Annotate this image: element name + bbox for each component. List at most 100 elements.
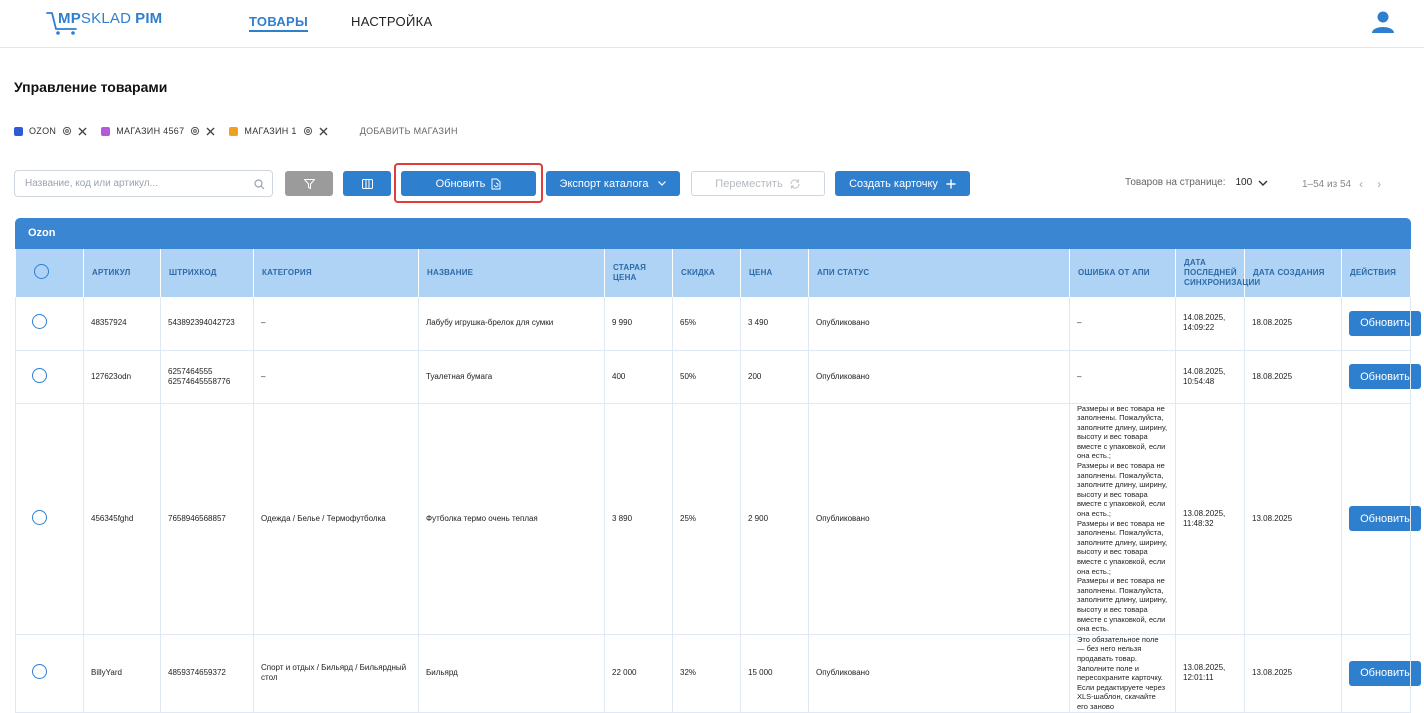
column-header[interactable]: ДАТА СОЗДАНИЯ <box>1244 249 1342 297</box>
store-name: МАГАЗИН 4567 <box>116 126 185 136</box>
store-list: OZON МАГАЗИН 4567 МАГАЗИН 1 ДОБАВИТЬ МАГ… <box>14 124 458 138</box>
name-cell: Бильярд <box>418 634 605 713</box>
column-header[interactable]: ДЕЙСТВИЯ <box>1341 249 1411 297</box>
export-button-label: Экспорт каталога <box>559 177 649 190</box>
aliexpress-logo-icon <box>229 126 239 136</box>
old-price-cell: 9 990 <box>604 297 673 351</box>
row-select-cell <box>15 297 84 351</box>
row-checkbox[interactable] <box>32 509 47 525</box>
row-refresh-button[interactable]: Обновить <box>1349 310 1421 336</box>
api-status-cell: Опубликовано <box>808 297 1070 351</box>
filter-icon <box>303 178 315 189</box>
store-name: МАГАЗИН 1 <box>244 126 297 136</box>
column-header[interactable]: ЦЕНА <box>740 249 809 297</box>
gear-icon[interactable] <box>62 126 72 136</box>
search-input[interactable] <box>25 178 245 189</box>
row-select-cell <box>15 634 84 713</box>
column-header[interactable]: АПИ СТАТУС <box>808 249 1070 297</box>
table-row[interactable]: 48357924 543892394042723 – Лабубу игрушк… <box>15 297 1421 351</box>
column-header[interactable]: ОШИБКА ОТ АПИ <box>1069 249 1176 297</box>
api-error-cell: – <box>1069 350 1176 404</box>
row-refresh-button[interactable]: Обновить <box>1349 660 1421 686</box>
row-checkbox[interactable] <box>32 314 47 330</box>
name-cell: Футболка термо очень теплая <box>418 403 605 635</box>
close-icon[interactable] <box>319 127 328 136</box>
add-store-link[interactable]: ДОБАВИТЬ МАГАЗИН <box>360 126 458 136</box>
select-all-checkbox[interactable] <box>33 264 49 279</box>
sync-date-cell: 14.08.2025, 10:54:48 <box>1175 350 1245 404</box>
api-error-cell: – <box>1069 297 1176 351</box>
category-cell: Одежда / Белье / Термофутболка <box>253 403 419 635</box>
gear-icon[interactable] <box>303 126 313 136</box>
column-header[interactable]: СКИДКА <box>672 249 741 297</box>
category-cell: – <box>253 297 419 351</box>
filter-button[interactable] <box>285 171 333 196</box>
search-box <box>14 170 273 197</box>
api-error-cell: Размеры и вес товара не заполнены. Пожал… <box>1069 403 1176 635</box>
chevron-down-icon <box>658 181 667 186</box>
marketplace-group-header: Ozon <box>15 218 1411 249</box>
column-header[interactable]: ШТРИХКОД <box>160 249 254 297</box>
price-cell: 15 000 <box>740 634 809 713</box>
barcode-cell: 543892394042723 <box>160 297 254 351</box>
prev-page-icon[interactable]: ‹ <box>1359 177 1363 191</box>
store-chip-magazin-1[interactable]: МАГАЗИН 1 <box>229 126 328 136</box>
sync-date-cell: 13.08.2025, 12:01:11 <box>1175 634 1245 713</box>
close-icon[interactable] <box>78 127 87 136</box>
chevron-down-icon[interactable] <box>1258 180 1268 186</box>
actions-cell: Обновить <box>1341 403 1421 635</box>
per-page-value[interactable]: 100 <box>1236 177 1253 188</box>
user-profile-icon[interactable] <box>1372 10 1394 34</box>
api-status-cell: Опубликовано <box>808 403 1070 635</box>
actions-cell: Обновить <box>1341 350 1421 404</box>
page-title: Управление товарами <box>14 79 168 95</box>
nav-tab-settings[interactable]: НАСТРОЙКА <box>351 14 432 29</box>
store-chip-ozon[interactable]: OZON <box>14 126 87 136</box>
api-status-cell: Опубликовано <box>808 350 1070 404</box>
logo-mp: MP <box>58 10 81 27</box>
barcode-cell: 6257464555 62574645558776 <box>160 350 254 404</box>
discount-cell: 65% <box>672 297 741 351</box>
create-card-button[interactable]: Создать карточку <box>835 171 970 196</box>
row-refresh-button[interactable]: Обновить <box>1349 506 1421 532</box>
table-row[interactable]: BillyYard 4859374659372 Спорт и отдых / … <box>15 634 1421 713</box>
pagination: 1–54 из 54 ‹ › <box>1302 177 1381 191</box>
column-header[interactable]: КАТЕГОРИЯ <box>253 249 419 297</box>
row-checkbox[interactable] <box>32 664 47 680</box>
old-price-cell: 22 000 <box>604 634 673 713</box>
category-cell: – <box>253 350 419 404</box>
export-catalog-button[interactable]: Экспорт каталога <box>546 171 680 196</box>
price-cell: 200 <box>740 350 809 404</box>
gear-icon[interactable] <box>190 126 200 136</box>
columns-button[interactable] <box>343 171 391 196</box>
article-cell: BillyYard <box>83 634 161 713</box>
top-bar: MPSKLAD PIM ТОВАРЫ НАСТРОЙКА <box>0 0 1424 48</box>
column-header[interactable]: ДАТА ПОСЛЕДНЕЙ СИНХРОНИЗАЦИИ <box>1175 249 1260 297</box>
table-row[interactable]: 127623odn 6257464555 62574645558776 – Ту… <box>15 350 1421 404</box>
nav-tab-products[interactable]: ТОВАРЫ <box>249 14 309 32</box>
search-icon[interactable] <box>254 179 265 190</box>
move-button[interactable]: Переместить <box>691 171 825 196</box>
columns-icon <box>361 178 373 189</box>
row-select-cell <box>15 350 84 404</box>
create-button-label: Создать карточку <box>849 177 938 190</box>
price-cell: 3 490 <box>740 297 809 351</box>
store-chip-magazin-4567[interactable]: МАГАЗИН 4567 <box>101 126 215 136</box>
per-page-label: Товаров на странице: <box>1125 177 1226 188</box>
article-cell: 456345fghd <box>83 403 161 635</box>
table-row[interactable]: 456345fghd 7658946568857 Одежда / Белье … <box>15 403 1421 635</box>
column-header[interactable]: СТАРАЯ ЦЕНА <box>604 249 673 297</box>
next-page-icon[interactable]: › <box>1377 177 1381 191</box>
sync-icon <box>790 178 800 189</box>
created-date-cell: 18.08.2025 <box>1244 297 1342 351</box>
name-cell: Лабубу игрушка-брелок для сумки <box>418 297 605 351</box>
logo-pim: PIM <box>135 10 163 27</box>
article-cell: 48357924 <box>83 297 161 351</box>
row-checkbox[interactable] <box>32 367 47 383</box>
column-header[interactable]: НАЗВАНИЕ <box>418 249 605 297</box>
pagination-text: 1–54 из 54 <box>1302 178 1352 190</box>
table-header-row: АРТИКУЛ ШТРИХКОД КАТЕГОРИЯ НАЗВАНИЕ СТАР… <box>15 249 1411 297</box>
close-icon[interactable] <box>206 127 215 136</box>
row-refresh-button[interactable]: Обновить <box>1349 364 1421 389</box>
column-header[interactable]: АРТИКУЛ <box>83 249 161 297</box>
